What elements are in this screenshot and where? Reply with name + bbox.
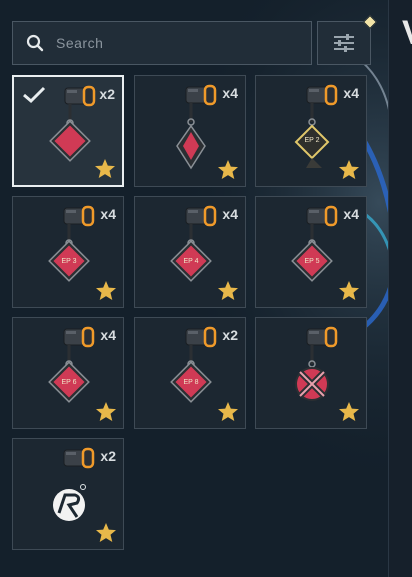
charm-card[interactable]: x4 EP 6 (12, 317, 124, 429)
charm-label: EP 4 (183, 258, 199, 265)
charm-card[interactable]: x4 (134, 75, 246, 187)
charm-kite-icon (176, 102, 206, 170)
copy-count: x4 (100, 206, 116, 222)
copy-count: x2 (222, 327, 238, 343)
charm-diamond-icon (48, 344, 90, 403)
charm-card[interactable]: x4 EP 4 (134, 196, 246, 308)
copy-count: x4 (343, 206, 359, 222)
star-icon (218, 160, 238, 179)
star-icon (95, 159, 115, 178)
search-box[interactable] (12, 21, 312, 65)
search-icon (26, 34, 44, 52)
side-panel-title-fragment: V (402, 14, 412, 53)
charm-cross-icon (295, 344, 329, 401)
star-icon (96, 523, 116, 542)
charm-card[interactable] (255, 317, 367, 429)
star-icon (339, 160, 359, 179)
copy-count: x4 (222, 85, 238, 101)
star-icon (96, 281, 116, 300)
charm-card[interactable]: x4 EP 5 (255, 196, 367, 308)
charm-label: EP 6 (61, 379, 77, 386)
filter-button[interactable] (317, 14, 378, 65)
charm-diamond-icon (291, 223, 333, 282)
search-input[interactable] (54, 34, 288, 52)
charm-card[interactable]: x4 EP 2 (255, 75, 367, 187)
charm-label: EP 3 (61, 258, 77, 265)
copy-count: x2 (100, 448, 116, 464)
copy-count: x4 (222, 206, 238, 222)
star-icon (96, 402, 116, 421)
charm-card[interactable]: x4 EP 3 (12, 196, 124, 308)
charm-card[interactable]: x2 (12, 75, 124, 187)
charm-diamond-icon (49, 103, 91, 162)
charm-diamond-icon (170, 223, 212, 282)
copy-count: x4 (100, 327, 116, 343)
charm-label: EP 8 (183, 379, 199, 386)
charm-card[interactable]: x2 (12, 438, 124, 550)
copy-count: x4 (343, 85, 359, 101)
sliders-icon (334, 34, 354, 52)
charm-label: EP 2 (304, 137, 320, 144)
copy-count: x2 (99, 86, 115, 102)
star-icon (339, 402, 359, 421)
charm-diamond-icon (48, 223, 90, 282)
charm-shield-icon (294, 102, 330, 168)
charm-logo-icon (53, 484, 86, 521)
star-icon (339, 281, 359, 300)
new-indicator-dot (362, 14, 378, 30)
star-icon (218, 402, 238, 421)
charm-card[interactable]: x2 EP 8 (134, 317, 246, 429)
star-icon (218, 281, 238, 300)
charm-label: EP 5 (304, 258, 320, 265)
side-panel-edge (388, 0, 412, 577)
check-icon (23, 86, 46, 104)
charm-diamond-icon (170, 344, 212, 403)
